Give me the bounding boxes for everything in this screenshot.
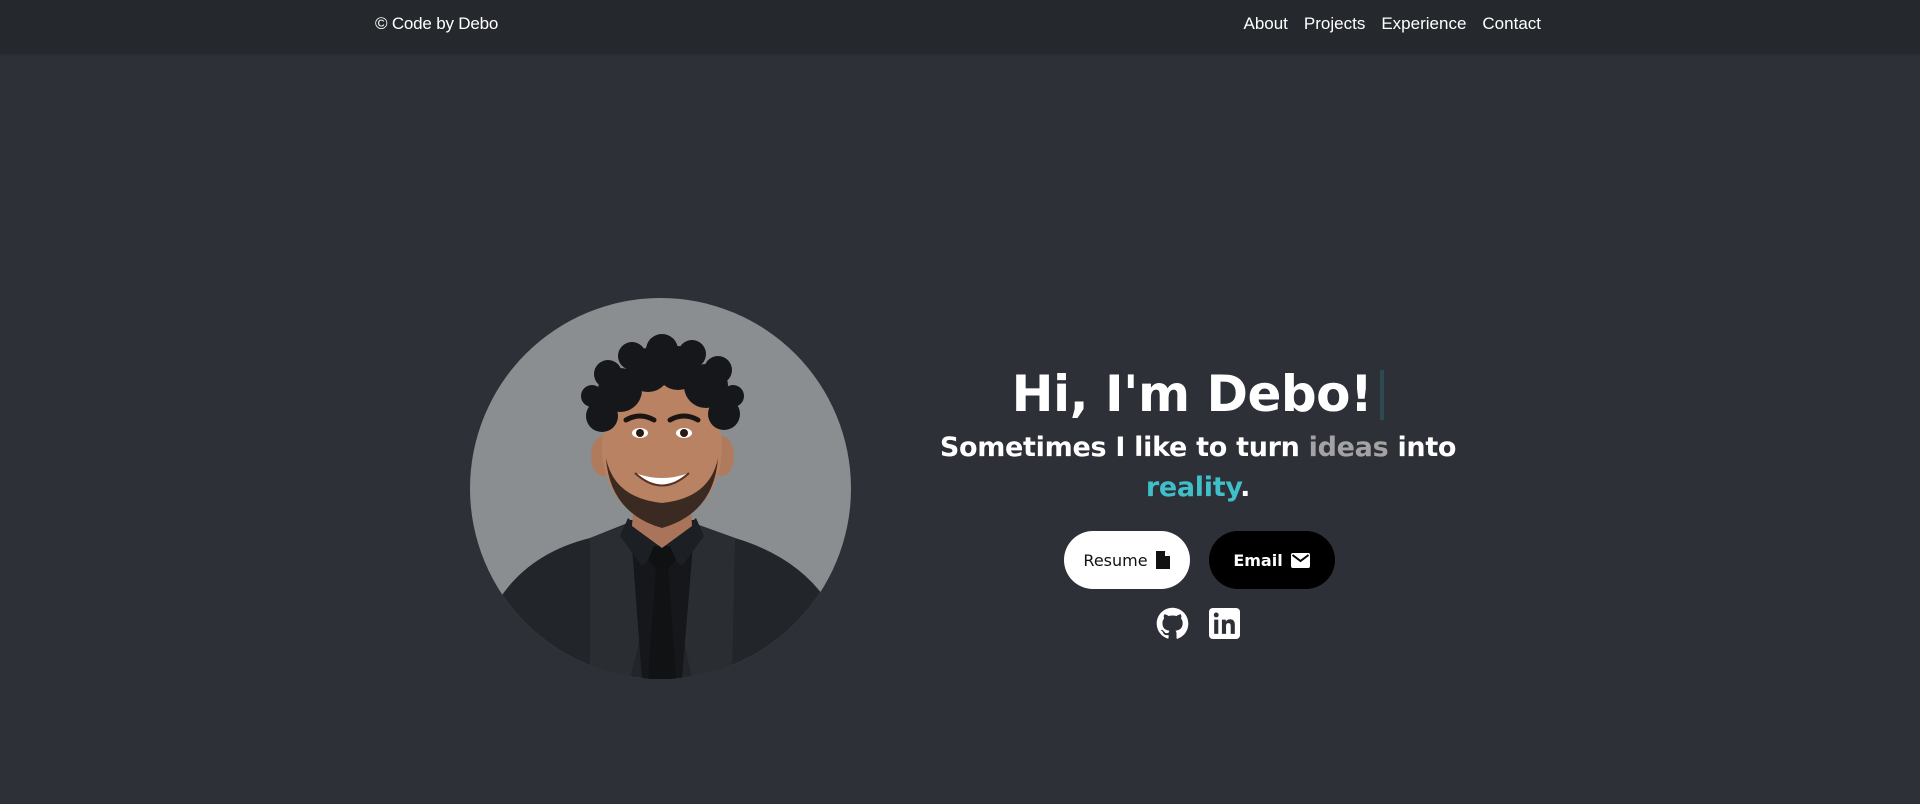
nav-contact[interactable]: Contact: [1482, 14, 1541, 34]
hero-section: Hi, I'm Debo! Sometimes I like to turn i…: [900, 360, 1496, 640]
hero-title: Hi, I'm Debo!: [900, 360, 1496, 428]
linkedin-link[interactable]: [1208, 607, 1241, 640]
email-label: Email: [1233, 550, 1283, 570]
hero-subtitle: Sometimes I like to turn ideas into real…: [900, 428, 1496, 508]
nav-projects[interactable]: Projects: [1304, 14, 1365, 34]
nav-about[interactable]: About: [1243, 14, 1287, 34]
nav-experience[interactable]: Experience: [1381, 14, 1466, 34]
github-link[interactable]: [1156, 607, 1189, 640]
subtitle-suffix: .: [1240, 472, 1251, 503]
linkedin-icon: [1208, 608, 1240, 639]
hero-title-text: Hi, I'm Debo!: [1011, 365, 1373, 423]
subtitle-reality: reality: [1145, 472, 1241, 503]
cta-buttons: Resume Email: [900, 531, 1496, 589]
subtitle-ideas: ideas: [1308, 432, 1389, 463]
main-nav: About Projects Experience Contact: [1243, 14, 1541, 34]
site-brand[interactable]: © Code by Debo: [375, 14, 498, 34]
resume-label: Resume: [1083, 550, 1148, 570]
top-navigation-bar: © Code by Debo About Projects Experience…: [0, 0, 1920, 53]
typing-cursor: [1380, 369, 1385, 420]
portrait-illustration: [490, 334, 835, 679]
profile-photo: [470, 298, 851, 679]
email-button[interactable]: Email: [1208, 531, 1335, 589]
resume-button[interactable]: Resume: [1063, 531, 1190, 589]
subtitle-prefix: Sometimes I like to turn: [939, 432, 1309, 463]
social-links: [900, 607, 1496, 640]
subtitle-mid: into: [1388, 432, 1457, 463]
file-icon: [1155, 551, 1170, 569]
github-icon: [1156, 607, 1188, 639]
mail-icon: [1290, 552, 1310, 568]
